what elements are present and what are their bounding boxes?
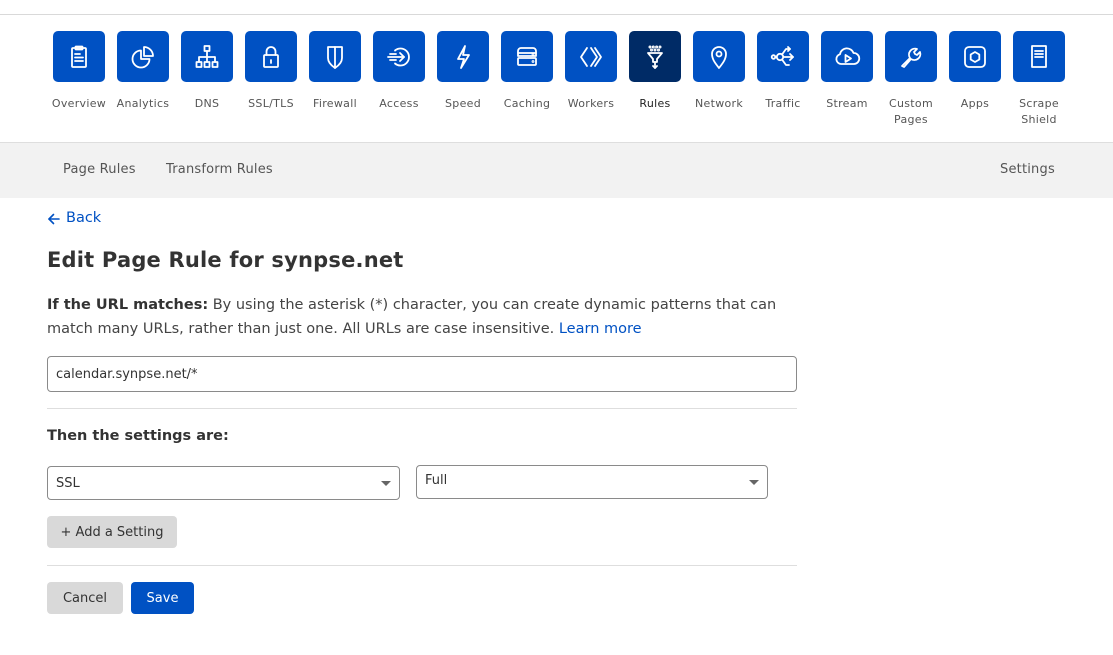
app-nav-label: Workers [567,97,615,110]
shield-icon [309,31,361,82]
back-label: Back [66,210,102,226]
app-nav-overview[interactable]: Overview [47,31,111,128]
tab-page-rules[interactable]: Page Rules [63,162,136,177]
app-nav-label: Scrape Shield [1019,97,1059,126]
arrow-left-icon [48,213,60,225]
sub-navigation: Page Rules Transform Rules Settings [0,142,1113,198]
app-nav-ssl-tls[interactable]: SSL/TLS [239,31,303,128]
add-setting-button[interactable]: + Add a Setting [47,516,177,548]
app-nav-custom-pages[interactable]: Custom Pages [879,31,943,128]
page-title: Edit Page Rule for synpse.net [47,248,404,272]
app-nav-access[interactable]: Access [367,31,431,128]
setting-value-value: Full [425,473,448,488]
save-button[interactable]: Save [131,582,194,614]
app-nav-rules[interactable]: Rules [623,31,687,128]
app-nav-apps[interactable]: Apps [943,31,1007,128]
lightning-icon [437,31,489,82]
app-nav-firewall[interactable]: Firewall [303,31,367,128]
actions-divider [47,565,797,566]
tab-settings[interactable]: Settings [1000,162,1055,177]
app-nav-label: Rules [639,97,671,110]
url-match-label: If the URL matches: [47,297,209,313]
app-nav-stream[interactable]: Stream [815,31,879,128]
app-nav-label: Firewall [313,97,357,110]
chevron-down-icon [749,480,759,485]
app-nav-label: Traffic [765,97,801,110]
document-icon [1013,31,1065,82]
app-nav-dns[interactable]: DNS [175,31,239,128]
app-nav-caching[interactable]: Caching [495,31,559,128]
app-nav-label: Overview [51,97,107,110]
workers-chevrons-icon [565,31,617,82]
lock-icon [245,31,297,82]
section-divider [47,408,797,409]
server-stack-icon [501,31,553,82]
app-nav-speed[interactable]: Speed [431,31,495,128]
settings-label: Then the settings are: [47,428,229,444]
app-nav-scrape-shield[interactable]: Scrape Shield [1007,31,1071,128]
chevron-down-icon [381,481,391,486]
map-pin-icon [693,31,745,82]
traffic-split-icon [757,31,809,82]
app-nav-label: Network [694,97,744,110]
funnel-icon [629,31,681,82]
wrench-icon [885,31,937,82]
setting-type-value: SSL [56,475,80,491]
hexagon-app-icon [949,31,1001,82]
app-nav-workers[interactable]: Workers [559,31,623,128]
cloud-play-icon [821,31,873,82]
url-match-description: If the URL matches: By using the asteris… [47,293,787,341]
app-nav-label: SSL/TLS [248,97,294,110]
clipboard-icon [53,31,105,82]
app-nav-traffic[interactable]: Traffic [751,31,815,128]
top-divider [0,14,1113,15]
setting-type-select[interactable]: SSL [47,466,400,500]
app-nav-label: Access [379,97,419,110]
app-nav-label: DNS [194,97,220,110]
cancel-button[interactable]: Cancel [47,582,123,614]
app-nav-label: Stream [826,97,868,110]
app-nav-label: Apps [960,97,990,110]
app-nav-label: Custom Pages [889,97,933,126]
app-nav-label: Speed [445,97,481,110]
setting-value-select[interactable]: Full [416,465,768,499]
url-pattern-input[interactable] [47,356,797,392]
app-nav-label: Caching [503,97,551,110]
app-nav-label: Analytics [116,97,170,110]
app-nav-network[interactable]: Network [687,31,751,128]
pie-chart-icon [117,31,169,82]
tab-transform-rules[interactable]: Transform Rules [166,162,273,177]
learn-more-link[interactable]: Learn more [559,321,642,337]
access-arrow-icon [373,31,425,82]
back-link[interactable]: Back [47,210,101,226]
app-nav-analytics[interactable]: Analytics [111,31,175,128]
sitemap-icon [181,31,233,82]
app-navigation: Overview Analytics DNS SSL/TLS Firewall … [47,31,1071,128]
